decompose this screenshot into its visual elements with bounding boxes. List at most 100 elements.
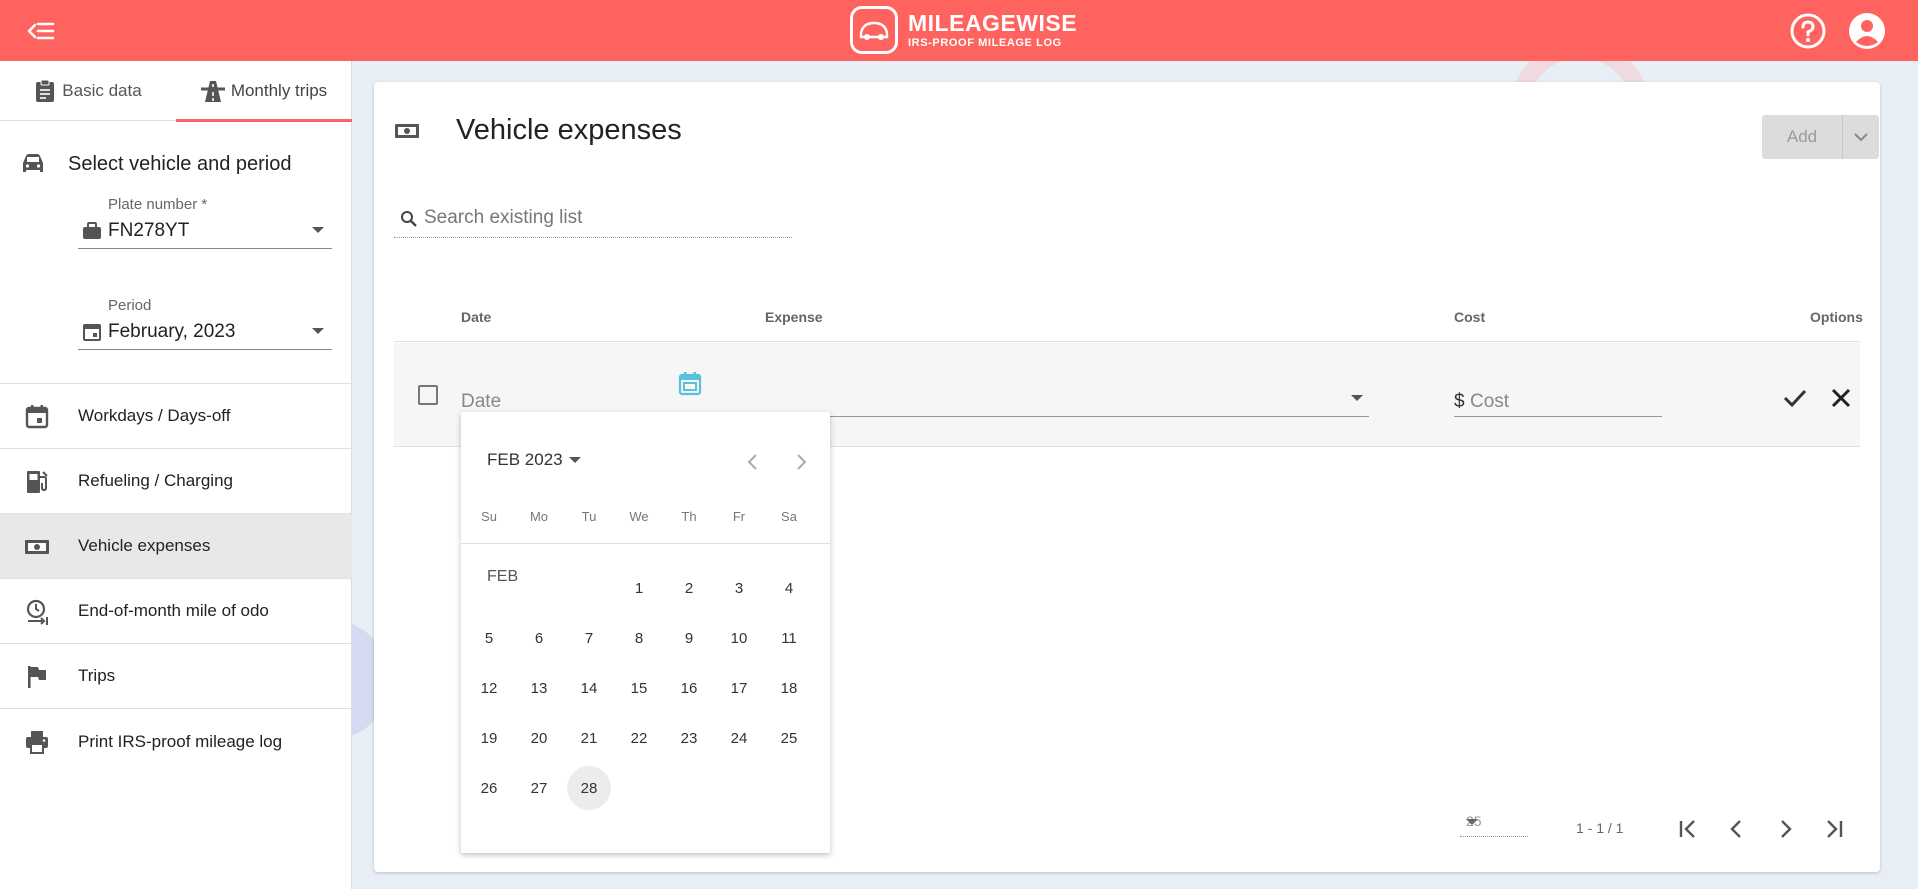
period-value: February, 2023	[108, 320, 236, 342]
chevron-down-icon	[1466, 819, 1478, 825]
tab-monthly-trips[interactable]: Monthly trips	[176, 61, 352, 122]
sidebar-item-trips[interactable]: Trips	[0, 644, 352, 709]
sidebar-item-print-log[interactable]: Print IRS-proof mileage log	[0, 709, 352, 774]
search-field[interactable]	[394, 200, 792, 238]
calendar-icon	[83, 323, 101, 341]
clock-arrow-icon	[26, 599, 48, 625]
first-page-button[interactable]	[1674, 814, 1704, 844]
calendar-day[interactable]: 23	[667, 716, 711, 760]
section-title: Select vehicle and period	[68, 152, 292, 175]
tab-basic-data[interactable]: Basic data	[0, 61, 176, 121]
period-field[interactable]: Period February, 2023	[78, 297, 332, 350]
confirm-button[interactable]	[1780, 383, 1810, 413]
calendar-header: FEB 2023	[487, 450, 563, 469]
calendar-day[interactable]: 4	[767, 566, 811, 610]
logo: MILEAGEWISE IRS-PROOF MILEAGE LOG	[850, 4, 1077, 56]
date-picker-popup: FEB 2023 Su Mo Tu We Th Fr Sa FEB 1 2 3 4 5 6 7 8 9 10 1…	[461, 412, 830, 853]
help-button[interactable]	[1789, 12, 1827, 50]
previous-month-button[interactable]	[741, 450, 765, 474]
account-button[interactable]	[1848, 12, 1886, 50]
column-expense[interactable]: Expense	[765, 309, 823, 325]
date-input[interactable]: Date	[461, 365, 717, 417]
car-logo-icon	[850, 6, 898, 54]
period-label: Period	[108, 297, 152, 314]
calendar-icon[interactable]	[677, 371, 703, 397]
printer-icon	[26, 731, 48, 754]
calendar-day[interactable]: 14	[567, 666, 611, 710]
calendar-day[interactable]: 25	[767, 716, 811, 760]
cost-placeholder: Cost	[1470, 391, 1510, 412]
sidebar-tabs: Basic data Monthly trips	[0, 61, 352, 122]
tab-monthly-trips-label: Monthly trips	[230, 81, 328, 100]
calendar-day[interactable]: 9	[667, 616, 711, 660]
calendar-day[interactable]: 8	[617, 616, 661, 660]
calendar-day[interactable]: 28	[567, 766, 611, 810]
money-icon	[25, 540, 49, 554]
calendar-day[interactable]: 16	[667, 666, 711, 710]
car-icon	[23, 154, 43, 172]
calendar-day[interactable]: 5	[467, 616, 511, 660]
calendar-day[interactable]: 15	[617, 666, 661, 710]
column-options: Options	[1810, 309, 1863, 325]
sidebar-item-label: Print IRS-proof mileage log	[78, 731, 283, 751]
next-page-button[interactable]	[1770, 814, 1800, 844]
weekday-label: Fr	[732, 509, 746, 524]
calendar-day[interactable]: 21	[567, 716, 611, 760]
search-input[interactable]	[424, 204, 784, 232]
last-page-button[interactable]	[1818, 814, 1848, 844]
calendar-day[interactable]: 27	[517, 766, 561, 810]
expense-select[interactable]	[765, 365, 1369, 417]
briefcase-icon	[83, 221, 101, 239]
calendar-day[interactable]: 17	[717, 666, 761, 710]
row-checkbox[interactable]	[418, 385, 438, 405]
chevron-left-icon	[1730, 820, 1741, 838]
search-icon	[401, 211, 417, 227]
sidebar-item-workdays[interactable]: Workdays / Days-off	[0, 384, 352, 449]
calendar-day[interactable]: 18	[767, 666, 811, 710]
calendar-day[interactable]: 26	[467, 766, 511, 810]
cost-input[interactable]: $ Cost	[1454, 365, 1662, 417]
calendar-day[interactable]: 2	[667, 566, 711, 610]
calendar-icon	[25, 405, 49, 429]
first-page-icon	[1679, 820, 1695, 838]
calendar-day[interactable]: 7	[567, 616, 611, 660]
calendar-divider	[461, 543, 830, 544]
calendar-day[interactable]: 6	[517, 616, 561, 660]
column-date[interactable]: Date	[461, 309, 491, 325]
sidebar-item-label: End-of-month mile of odo	[78, 601, 269, 620]
calendar-day[interactable]: 24	[717, 716, 761, 760]
calendar-day[interactable]: 12	[467, 666, 511, 710]
top-bar: MILEAGEWISE IRS-PROOF MILEAGE LOG	[0, 0, 1918, 61]
cancel-button[interactable]	[1826, 383, 1856, 413]
add-button[interactable]: Add	[1762, 115, 1842, 159]
sidebar-item-end-of-month-odo[interactable]: End-of-month mile of odo	[0, 579, 352, 644]
plate-number-value: FN278YT	[108, 219, 190, 241]
collapse-menu-button[interactable]	[24, 16, 58, 46]
period-select[interactable]: February, 2023	[78, 314, 332, 350]
calendar-day[interactable]: 3	[717, 566, 761, 610]
add-menu-button[interactable]	[1842, 115, 1879, 159]
calendar-day[interactable]: 19	[467, 716, 511, 760]
sidebar-item-label: Workdays / Days-off	[78, 406, 231, 425]
weekday-label: Th	[681, 509, 697, 524]
calendar-day[interactable]: 13	[517, 666, 561, 710]
previous-page-button[interactable]	[1722, 814, 1752, 844]
calendar-day[interactable]: 22	[617, 716, 661, 760]
calendar-day[interactable]: 11	[767, 616, 811, 660]
month-year-select[interactable]: FEB 2023	[487, 450, 581, 470]
plate-number-select[interactable]: FN278YT	[78, 213, 332, 249]
calendar-day[interactable]: 10	[717, 616, 761, 660]
chevron-left-icon	[747, 454, 757, 470]
calendar-day[interactable]: 20	[517, 716, 561, 760]
select-vehicle-section: Select vehicle and period	[0, 144, 352, 184]
next-month-button[interactable]	[789, 450, 813, 474]
close-icon	[1831, 388, 1851, 408]
calendar-day[interactable]: 1	[617, 566, 661, 610]
chevron-down-icon	[1351, 395, 1363, 401]
sidebar-item-refueling[interactable]: Refueling / Charging	[0, 449, 352, 514]
page-size-select[interactable]: 25	[1460, 807, 1528, 837]
sidebar-nav: Workdays / Days-off Refueling / Charging…	[0, 384, 352, 774]
plate-number-field[interactable]: Plate number * FN278YT	[78, 196, 332, 249]
sidebar-item-vehicle-expenses[interactable]: Vehicle expenses	[0, 514, 352, 579]
column-cost[interactable]: Cost	[1454, 309, 1485, 325]
